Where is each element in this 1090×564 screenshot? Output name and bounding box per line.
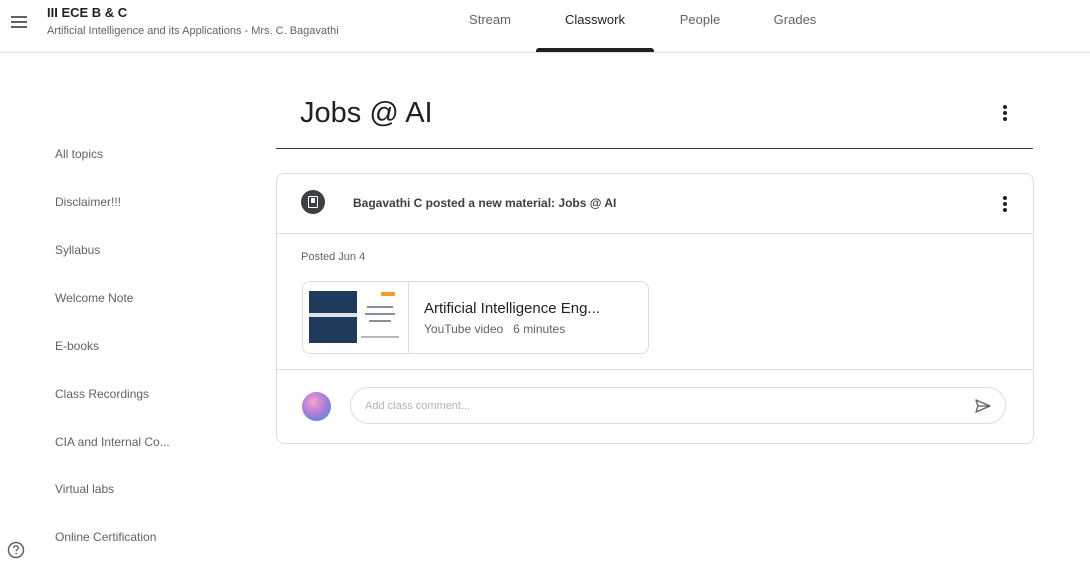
attachment-meta: YouTube video 6 minutes [424,322,566,336]
tab-stream[interactable]: Stream [455,0,525,52]
send-icon[interactable] [974,397,992,415]
top-bar: III ECE B & C Artificial Intelligence an… [0,0,1090,53]
tab-people[interactable]: People [665,0,735,52]
active-tab-indicator [536,48,654,52]
help-icon[interactable] [7,541,25,559]
title-divider [276,148,1033,149]
class-subtitle: Artificial Intelligence and its Applicat… [47,25,339,37]
material-icon [301,190,325,214]
class-title[interactable]: III ECE B & C [47,5,127,20]
topic-disclaimer[interactable]: Disclaimer!!! [55,195,121,209]
post-title[interactable]: Bagavathi C posted a new material: Jobs … [353,196,616,210]
tab-grades[interactable]: Grades [760,0,830,52]
topic-virtual-labs[interactable]: Virtual labs [55,482,114,496]
topic-cia-internal[interactable]: CIA and Internal Co... [55,435,170,449]
topic-all-topics[interactable]: All topics [55,147,103,161]
topic-welcome-note[interactable]: Welcome Note [55,291,133,305]
card-divider [277,233,1033,234]
comment-input[interactable] [365,397,945,415]
menu-icon[interactable] [8,11,30,33]
comment-box [350,387,1006,424]
topic-class-recordings[interactable]: Class Recordings [55,387,149,401]
youtube-attachment[interactable]: Artificial Intelligence Eng... YouTube v… [302,281,649,354]
topic-e-books[interactable]: E-books [55,339,99,353]
posted-date: Posted Jun 4 [301,251,366,263]
attachment-title: Artificial Intelligence Eng... [424,300,600,317]
topic-syllabus[interactable]: Syllabus [55,243,100,257]
material-card: Bagavathi C posted a new material: Jobs … [276,173,1034,444]
page-title: Jobs @ AI [300,97,433,129]
video-thumbnail [303,282,409,353]
post-more-vert-icon[interactable] [995,194,1015,214]
tab-classwork[interactable]: Classwork [545,0,645,52]
topic-online-certification[interactable]: Online Certification [55,530,156,544]
comment-divider [277,369,1033,370]
avatar [302,392,331,421]
more-vert-icon[interactable] [995,103,1015,123]
